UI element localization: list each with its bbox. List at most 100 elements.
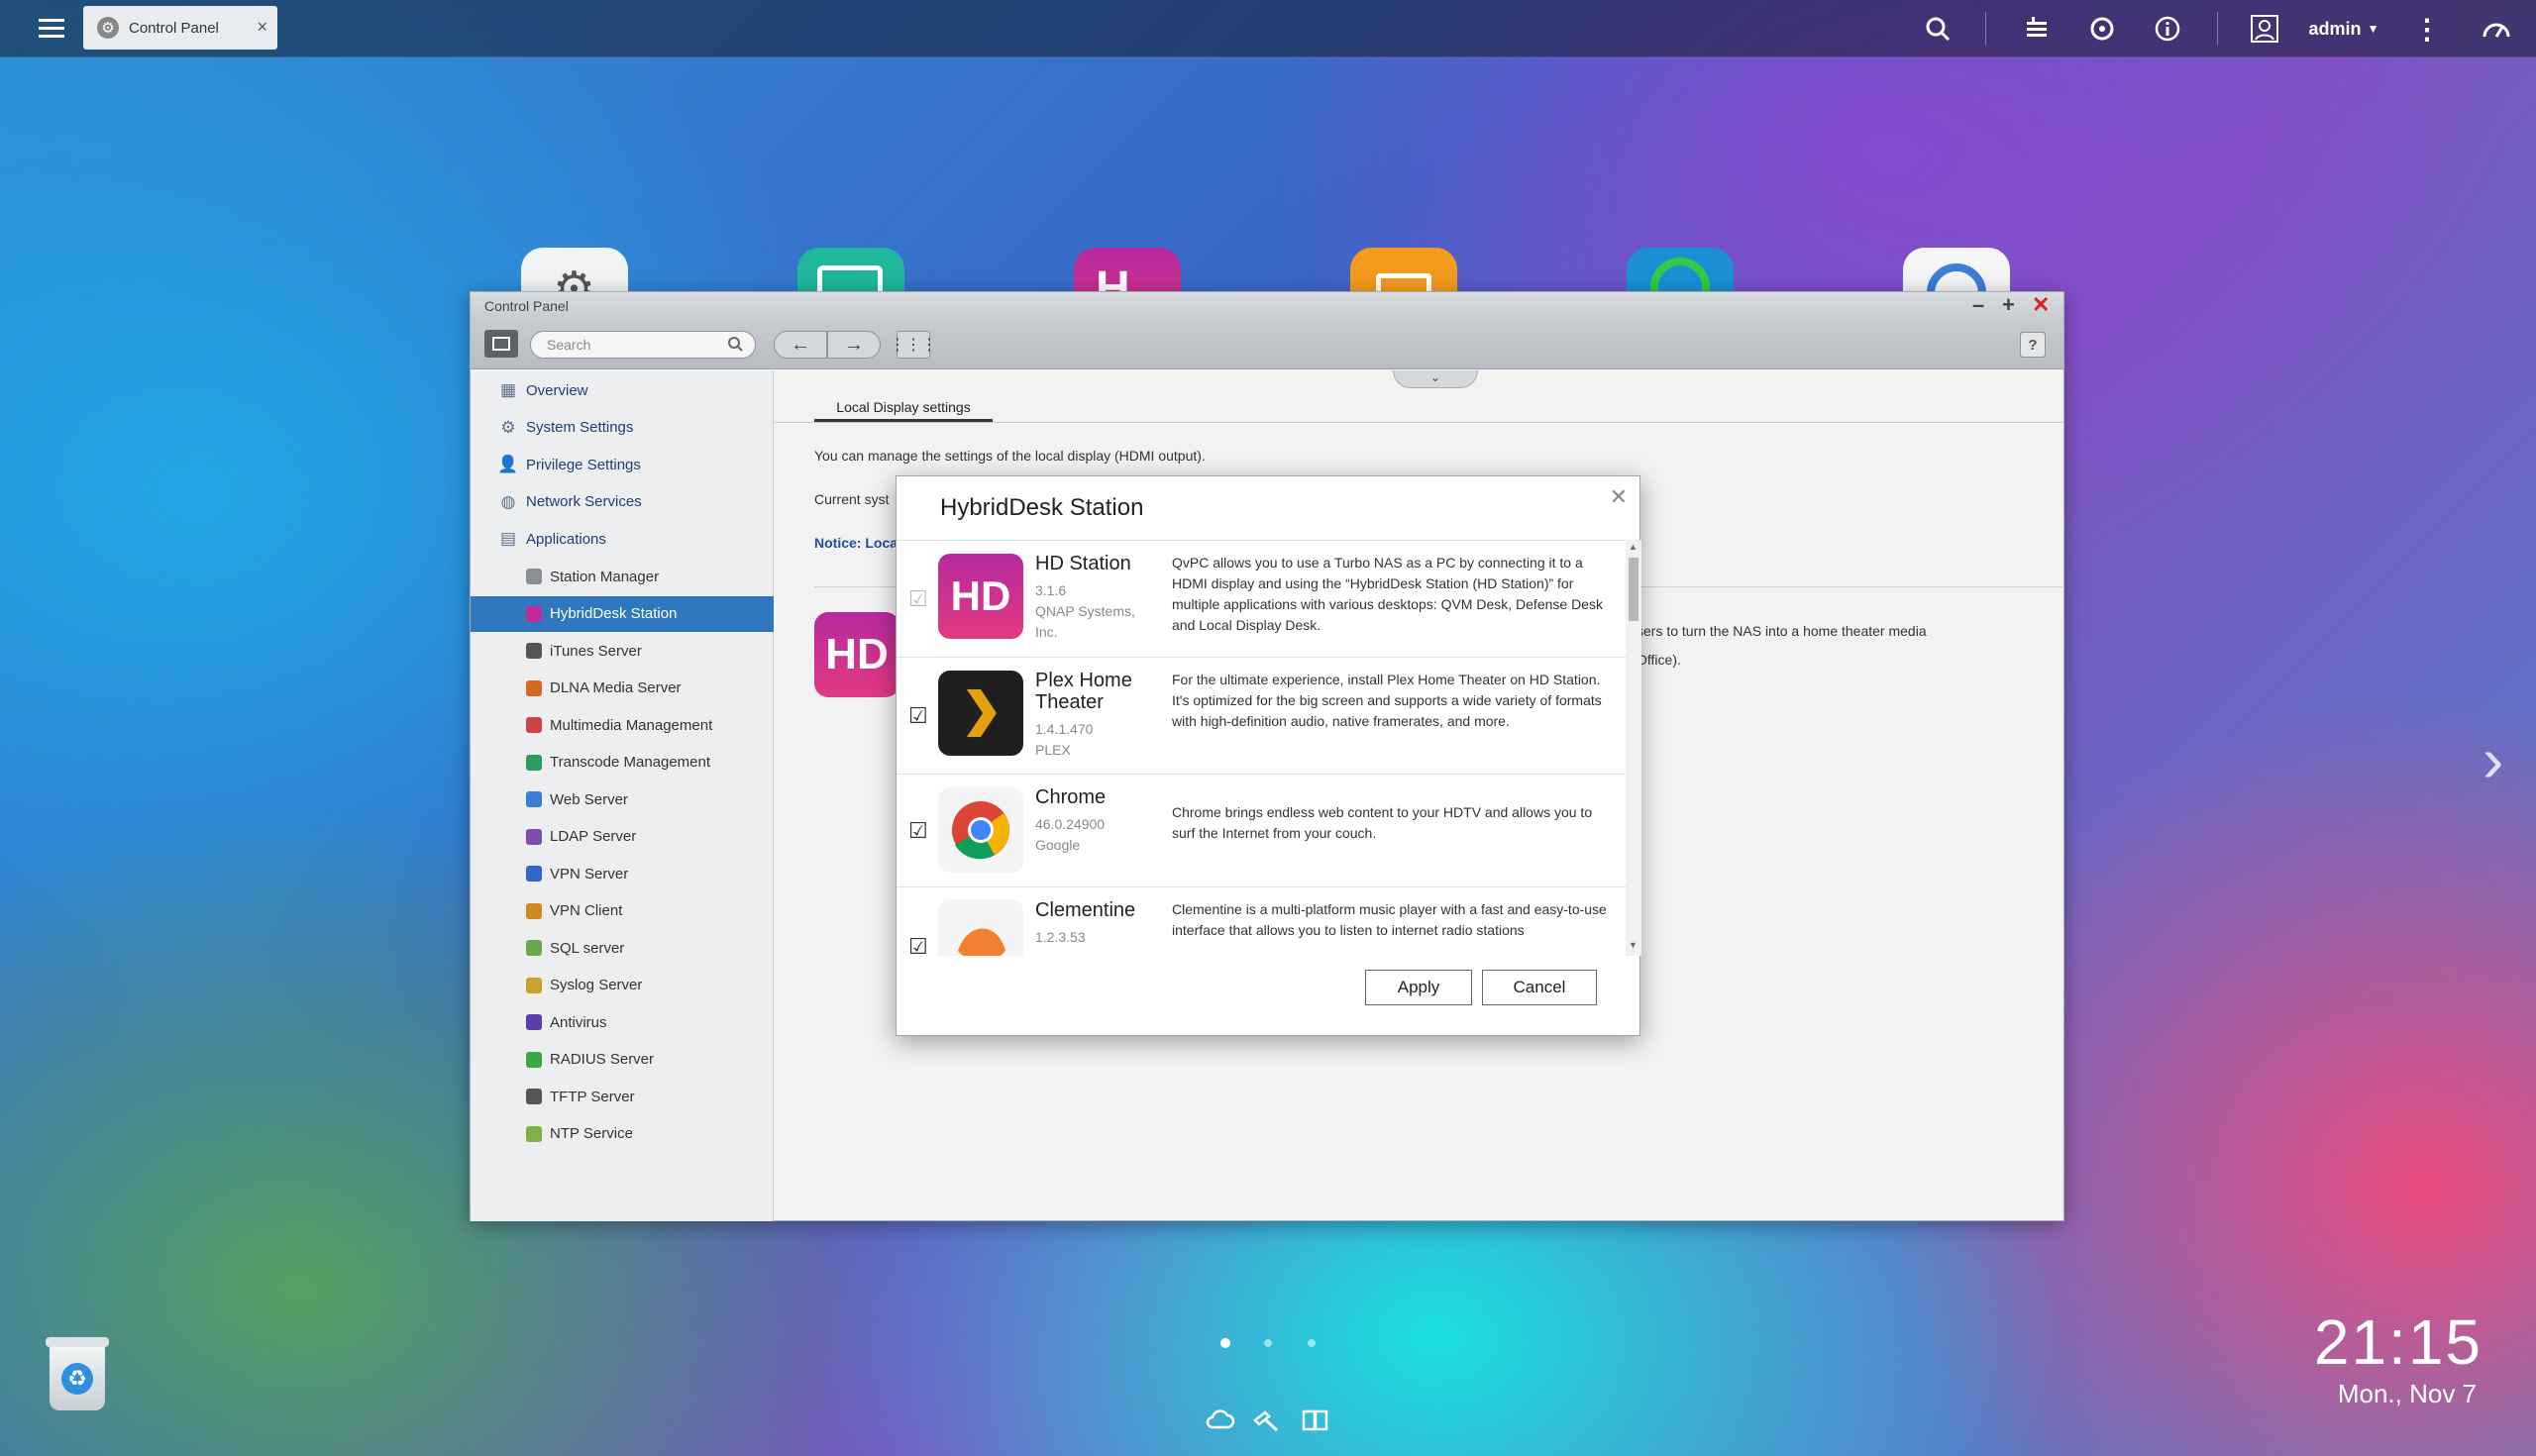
sidebar-item-itunes-server[interactable]: iTunes Server bbox=[471, 633, 774, 669]
page-dot[interactable] bbox=[1220, 1338, 1230, 1348]
close-icon[interactable]: ✕ bbox=[1610, 484, 1628, 510]
list-item: ☑ Plex Home Theater 1.4.1.470 PLEX For the u… bbox=[897, 658, 1626, 775]
user-icon[interactable] bbox=[2243, 0, 2286, 57]
app-checkbox[interactable]: ☑ bbox=[908, 936, 928, 957]
app-vendor: QNAP Systems, Inc. bbox=[1035, 603, 1135, 640]
close-icon[interactable]: ✕ bbox=[2032, 294, 2050, 316]
sidebar-item-label: DLNA Media Server bbox=[550, 679, 682, 696]
sidebar-item-multimedia-management[interactable]: Multimedia Management bbox=[471, 707, 774, 743]
user-icon: 👤 bbox=[497, 455, 519, 473]
recycle-bin-icon[interactable]: ♻ bbox=[40, 1337, 115, 1412]
app-name: Clementine bbox=[1035, 899, 1136, 921]
help-button[interactable]: ? bbox=[2020, 332, 2046, 358]
sidebar-item-web-server[interactable]: Web Server bbox=[471, 781, 774, 817]
clementine-icon bbox=[938, 899, 1023, 956]
intro-text: You can manage the settings of the local… bbox=[814, 448, 1206, 464]
sidebar-item-privilege-settings[interactable]: 👤 Privilege Settings bbox=[471, 447, 774, 482]
app-checkbox[interactable]: ☑ bbox=[908, 820, 928, 842]
hd-station-icon: HD bbox=[938, 554, 1023, 639]
search-input[interactable]: Search bbox=[530, 331, 756, 359]
minimize-icon[interactable]: – bbox=[1972, 294, 1984, 316]
sidebar-item-network-services[interactable]: ◍ Network Services bbox=[471, 484, 774, 520]
sync-icon[interactable] bbox=[2080, 0, 2124, 57]
sidebar-toggle-button[interactable] bbox=[484, 330, 518, 358]
more-icon[interactable]: ⋮ bbox=[2407, 0, 2447, 57]
next-page-arrow-icon[interactable]: › bbox=[2483, 723, 2503, 796]
forward-button[interactable]: → bbox=[827, 331, 881, 359]
page-dot[interactable] bbox=[1264, 1339, 1272, 1347]
app-name: HD Station bbox=[1035, 553, 1131, 574]
chevron-down-icon: ▼ bbox=[2367, 22, 2379, 36]
scroll-thumb[interactable] bbox=[1629, 558, 1638, 621]
network-icon: ◍ bbox=[500, 491, 516, 511]
tab-underline bbox=[775, 422, 2063, 423]
maximize-icon[interactable]: + bbox=[2002, 294, 2015, 316]
app-icon bbox=[526, 1125, 542, 1142]
taskbar-tab-control-panel[interactable]: ⚙ Control Panel × bbox=[83, 6, 277, 50]
sidebar-item-radius-server[interactable]: RADIUS Server bbox=[471, 1042, 774, 1078]
app-icon bbox=[526, 866, 542, 882]
sidebar: ▦ Overview ⚙ System Settings 👤 Privilege Sett… bbox=[471, 370, 774, 1221]
app-checkbox: ☑ bbox=[908, 586, 928, 611]
app-description: QvPC allows you to use a Turbo NAS as a … bbox=[1172, 555, 1603, 633]
sidebar-item-antivirus[interactable]: Antivirus bbox=[471, 1004, 774, 1040]
sidebar-item-label: Antivirus bbox=[550, 1013, 607, 1031]
close-icon[interactable]: × bbox=[257, 17, 267, 38]
sidebar-item-sql-server[interactable]: SQL server bbox=[471, 930, 774, 966]
cancel-label: Cancel bbox=[1513, 978, 1566, 996]
app-icon bbox=[526, 1051, 542, 1068]
sidebar-item-vpn-client[interactable]: VPN Client bbox=[471, 893, 774, 929]
window-title-bar[interactable]: Control Panel – + ✕ bbox=[471, 292, 2063, 320]
sidebar-item-applications[interactable]: ▤ Applications bbox=[471, 521, 774, 557]
separator bbox=[1985, 12, 1986, 46]
app-list: ☑ HD HD Station 3.1.6 QNAP Systems, Inc. QvPC… bbox=[897, 540, 1626, 956]
cancel-button[interactable]: Cancel bbox=[1482, 970, 1597, 1005]
page-dot[interactable] bbox=[1308, 1339, 1316, 1347]
sidebar-item-label: System Settings bbox=[526, 419, 634, 436]
sidebar-item-hybriddesk-station[interactable]: HybridDesk Station bbox=[471, 595, 774, 632]
sidebar-item-vpn-server[interactable]: VPN Server bbox=[471, 856, 774, 891]
sidebar-item-dlna-media-server[interactable]: DLNA Media Server bbox=[471, 671, 774, 706]
sidebar-item-system-settings[interactable]: ⚙ System Settings bbox=[471, 410, 774, 446]
tasks-icon[interactable] bbox=[2015, 0, 2059, 57]
notice-text: Notice: Loca bbox=[814, 535, 898, 551]
apps-grid-button[interactable]: ⋮⋮⋮ bbox=[890, 331, 937, 359]
cloud-icon[interactable] bbox=[1205, 1408, 1235, 1432]
app-icon bbox=[526, 828, 542, 845]
collapse-handle[interactable]: ⌄ bbox=[1393, 370, 1478, 388]
app-checkbox[interactable]: ☑ bbox=[908, 705, 928, 727]
sidebar-item-tftp-server[interactable]: TFTP Server bbox=[471, 1079, 774, 1114]
sidebar-item-station-manager[interactable]: Station Manager bbox=[471, 559, 774, 594]
tab-local-display-settings[interactable]: Local Display settings bbox=[814, 392, 993, 422]
sidebar-item-syslog-server[interactable]: Syslog Server bbox=[471, 968, 774, 1003]
sidebar-item-label: Privilege Settings bbox=[526, 456, 641, 473]
search-icon[interactable] bbox=[1916, 0, 1959, 57]
app-version: 1.4.1.470 bbox=[1035, 721, 1094, 737]
sidebar-item-label: Applications bbox=[526, 530, 606, 548]
dashboard-icon[interactable] bbox=[2473, 0, 2520, 57]
book-icon[interactable] bbox=[1302, 1408, 1331, 1432]
menu-icon[interactable] bbox=[24, 0, 79, 57]
gear-icon: ⚙ bbox=[500, 417, 516, 437]
scrollbar[interactable]: ▲ ▼ bbox=[1626, 540, 1641, 956]
sidebar-item-label: Overview bbox=[526, 381, 588, 399]
back-button[interactable]: ← bbox=[774, 331, 827, 359]
sidebar-item-transcode-management[interactable]: Transcode Management bbox=[471, 745, 774, 780]
sidebar-item-overview[interactable]: ▦ Overview bbox=[471, 372, 774, 408]
scroll-down-icon[interactable]: ▼ bbox=[1629, 940, 1638, 950]
user-menu[interactable]: admin ▼ bbox=[2304, 0, 2383, 57]
applications-icon: ▤ bbox=[499, 529, 517, 548]
app-name: Plex Home Theater bbox=[1035, 670, 1132, 713]
info-icon[interactable] bbox=[2146, 0, 2189, 57]
apply-button[interactable]: Apply bbox=[1365, 970, 1472, 1005]
sidebar-item-label: NTP Service bbox=[550, 1125, 633, 1142]
app-icon bbox=[526, 605, 542, 622]
tools-icon[interactable] bbox=[1252, 1408, 1282, 1432]
sidebar-item-ldap-server[interactable]: LDAP Server bbox=[471, 819, 774, 855]
sidebar-item-ntp-service[interactable]: NTP Service bbox=[471, 1116, 774, 1152]
window-title: Control Panel bbox=[484, 298, 569, 314]
search-icon bbox=[727, 336, 743, 355]
scroll-up-icon[interactable]: ▲ bbox=[1629, 542, 1638, 552]
app-icon bbox=[526, 569, 542, 584]
sidebar-item-label: RADIUS Server bbox=[550, 1051, 655, 1068]
